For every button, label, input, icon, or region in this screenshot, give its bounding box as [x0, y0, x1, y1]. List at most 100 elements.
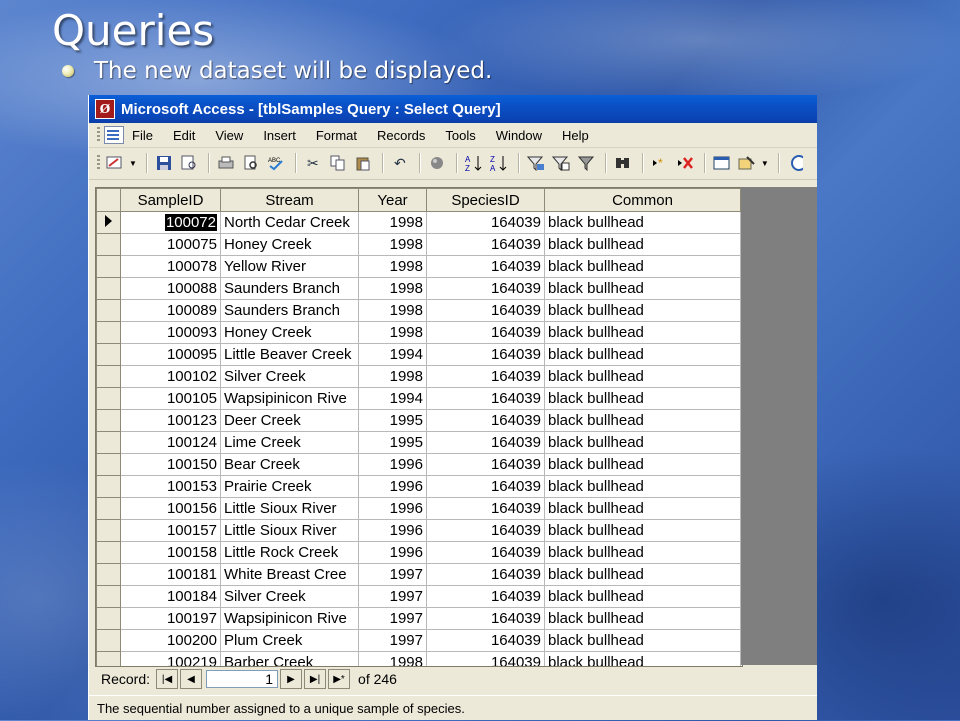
cell-sampleid[interactable]: 100158: [120, 541, 221, 564]
toolbar-grip-icon[interactable]: [97, 155, 100, 171]
cell-sampleid[interactable]: 100157: [120, 519, 221, 542]
table-row[interactable]: 100123 Deer Creek 1995 164039 black bullhead: [96, 409, 741, 432]
cell-common[interactable]: black bullhead: [544, 233, 741, 256]
table-row[interactable]: 100105 Wapsipinicon Rive 1994 164039 black b…: [96, 387, 741, 410]
menu-records[interactable]: Records: [377, 128, 425, 143]
cell-year[interactable]: 1995: [358, 409, 427, 432]
record-selector[interactable]: [96, 607, 121, 630]
cell-sampleid[interactable]: 100105: [120, 387, 221, 410]
cell-common[interactable]: black bullhead: [544, 629, 741, 652]
cell-sampleid[interactable]: 100219: [120, 651, 221, 666]
new-object-dropdown-icon[interactable]: ▼: [761, 159, 769, 168]
cell-sampleid[interactable]: 100093: [120, 321, 221, 344]
cell-speciesid[interactable]: 164039: [426, 343, 545, 366]
cell-speciesid[interactable]: 164039: [426, 497, 545, 520]
first-record-button[interactable]: |◀: [156, 669, 179, 689]
cell-year[interactable]: 1998: [358, 277, 427, 300]
column-header-sampleid[interactable]: SampleID: [120, 188, 221, 212]
record-selector[interactable]: [96, 211, 121, 234]
cell-speciesid[interactable]: 164039: [426, 475, 545, 498]
column-header-common[interactable]: Common: [544, 188, 741, 212]
cell-stream[interactable]: Plum Creek: [220, 629, 359, 652]
menu-tools[interactable]: Tools: [445, 128, 475, 143]
record-selector[interactable]: [96, 475, 121, 498]
document-menu-icon[interactable]: [104, 126, 124, 144]
cell-sampleid[interactable]: 100184: [120, 585, 221, 608]
cell-year[interactable]: 1998: [358, 321, 427, 344]
cell-stream[interactable]: Little Sioux River: [220, 497, 359, 520]
cell-stream[interactable]: Lime Creek: [220, 431, 359, 454]
cell-stream[interactable]: Saunders Branch: [220, 299, 359, 322]
table-row[interactable]: 100150 Bear Creek 1996 164039 black bullhead: [96, 453, 741, 476]
record-selector[interactable]: [96, 277, 121, 300]
cell-common[interactable]: black bullhead: [544, 343, 741, 366]
cell-speciesid[interactable]: 164039: [426, 365, 545, 388]
cell-stream[interactable]: North Cedar Creek: [220, 211, 359, 234]
cell-year[interactable]: 1996: [358, 519, 427, 542]
table-row[interactable]: 100197 Wapsipinicon Rive 1997 164039 black b…: [96, 607, 741, 630]
cell-common[interactable]: black bullhead: [544, 409, 741, 432]
menu-window[interactable]: Window: [496, 128, 542, 143]
next-record-button[interactable]: ▶: [280, 669, 303, 689]
record-selector[interactable]: [96, 409, 121, 432]
cell-stream[interactable]: Honey Creek: [220, 321, 359, 344]
cell-stream[interactable]: Little Rock Creek: [220, 541, 359, 564]
cell-speciesid[interactable]: 164039: [426, 387, 545, 410]
cell-common[interactable]: black bullhead: [544, 475, 741, 498]
cell-speciesid[interactable]: 164039: [426, 431, 545, 454]
cell-common[interactable]: black bullhead: [544, 211, 741, 234]
view-dropdown-icon[interactable]: ▼: [129, 159, 137, 168]
record-number-field[interactable]: 1: [206, 670, 279, 688]
cell-year[interactable]: 1994: [358, 343, 427, 366]
new-record-icon[interactable]: *: [649, 152, 671, 174]
cell-year[interactable]: 1995: [358, 431, 427, 454]
table-row[interactable]: 100089 Saunders Branch 1998 164039 black bul…: [96, 299, 741, 322]
table-row[interactable]: 100181 White Breast Cree 1997 164039 black b…: [96, 563, 741, 586]
table-row[interactable]: 100102 Silver Creek 1998 164039 black bullhe…: [96, 365, 741, 388]
cell-year[interactable]: 1996: [358, 453, 427, 476]
menu-edit[interactable]: Edit: [173, 128, 195, 143]
record-selector[interactable]: [96, 519, 121, 542]
cell-speciesid[interactable]: 164039: [426, 651, 545, 666]
cell-year[interactable]: 1996: [358, 541, 427, 564]
cell-stream[interactable]: Little Sioux River: [220, 519, 359, 542]
record-selector[interactable]: [96, 651, 121, 666]
help-icon[interactable]: [785, 152, 807, 174]
record-selector[interactable]: [96, 343, 121, 366]
table-row[interactable]: 100088 Saunders Branch 1998 164039 black bul…: [96, 277, 741, 300]
cell-speciesid[interactable]: 164039: [426, 453, 545, 476]
table-row[interactable]: 100219 Barber Creek 1998 164039 black bullhe…: [96, 651, 741, 666]
menu-file[interactable]: File: [132, 128, 153, 143]
apply-filter-icon[interactable]: [575, 152, 597, 174]
column-header-stream[interactable]: Stream: [220, 188, 359, 212]
cell-stream[interactable]: Barber Creek: [220, 651, 359, 666]
print-icon[interactable]: [215, 152, 237, 174]
cut-icon[interactable]: ✂: [302, 152, 324, 174]
table-row[interactable]: 100093 Honey Creek 1998 164039 black bullhea…: [96, 321, 741, 344]
title-bar[interactable]: Ø Microsoft Access - [tblSamples Query :…: [89, 95, 817, 123]
table-row[interactable]: 100124 Lime Creek 1995 164039 black bullhead: [96, 431, 741, 454]
record-selector[interactable]: [96, 299, 121, 322]
cell-stream[interactable]: Silver Creek: [220, 365, 359, 388]
record-selector[interactable]: [96, 585, 121, 608]
cell-year[interactable]: 1997: [358, 563, 427, 586]
record-selector[interactable]: [96, 431, 121, 454]
spelling-icon[interactable]: ABC: [265, 152, 287, 174]
cell-speciesid[interactable]: 164039: [426, 563, 545, 586]
undo-icon[interactable]: ↶: [389, 152, 411, 174]
cell-common[interactable]: black bullhead: [544, 321, 741, 344]
cell-sampleid[interactable]: 100150: [120, 453, 221, 476]
cell-year[interactable]: 1998: [358, 233, 427, 256]
menu-help[interactable]: Help: [562, 128, 589, 143]
cell-year[interactable]: 1996: [358, 497, 427, 520]
table-row[interactable]: 100075 Honey Creek 1998 164039 black bullhea…: [96, 233, 741, 256]
cell-speciesid[interactable]: 164039: [426, 585, 545, 608]
record-selector[interactable]: [96, 541, 121, 564]
record-selector[interactable]: [96, 321, 121, 344]
copy-icon[interactable]: [327, 152, 349, 174]
cell-common[interactable]: black bullhead: [544, 497, 741, 520]
search-db-icon[interactable]: [178, 152, 200, 174]
cell-common[interactable]: black bullhead: [544, 453, 741, 476]
cell-stream[interactable]: Bear Creek: [220, 453, 359, 476]
filter-by-selection-icon[interactable]: [525, 152, 547, 174]
